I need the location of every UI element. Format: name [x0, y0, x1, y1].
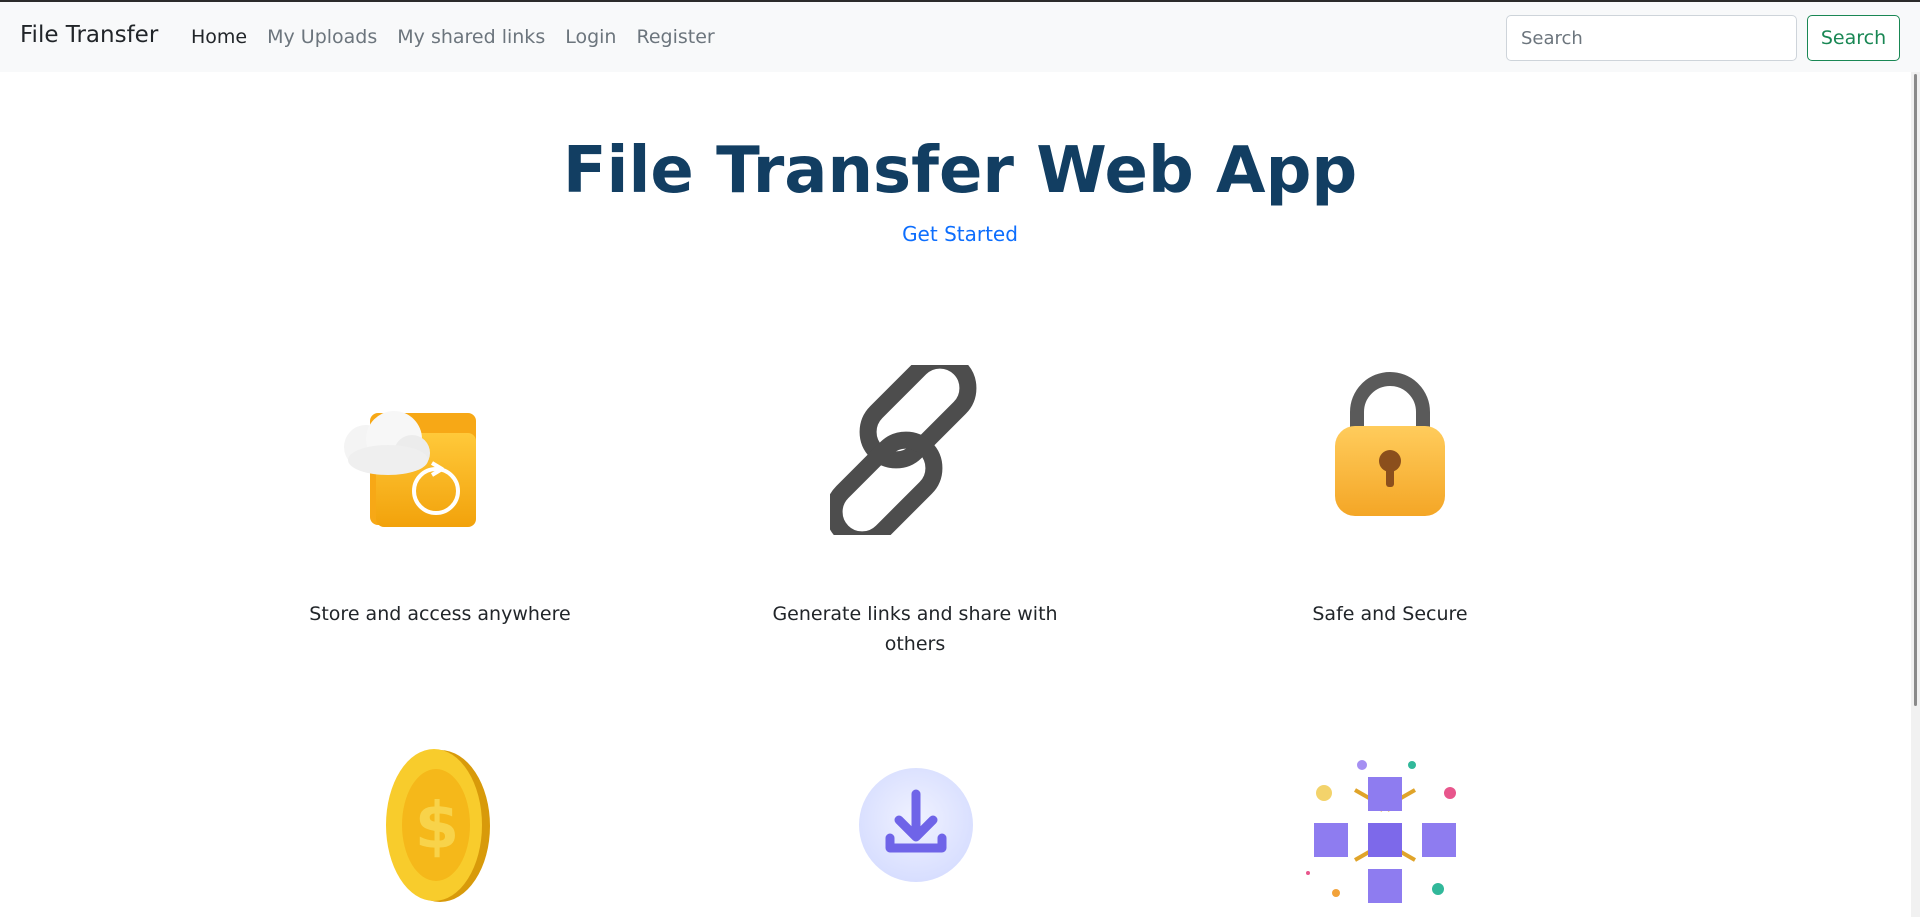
- dollar-coin-icon: $: [386, 749, 490, 902]
- search-button[interactable]: Search: [1807, 15, 1900, 61]
- cloud-folder-sync-icon: [344, 411, 476, 527]
- blockchain-cubes-icon: [1306, 760, 1456, 903]
- nav-link-my-uploads[interactable]: My Uploads: [267, 26, 377, 48]
- nav-links: Home My Uploads My shared links Login Re…: [191, 26, 715, 48]
- feature-caption: Generate links and share with others: [772, 603, 1058, 655]
- nav-link-login[interactable]: Login: [565, 26, 616, 48]
- download-icon: [859, 768, 973, 882]
- padlock-icon: [1335, 372, 1445, 516]
- scrollbar-thumb[interactable]: [1914, 74, 1917, 706]
- nav-link-register[interactable]: Register: [636, 26, 714, 48]
- get-started-link[interactable]: Get Started: [902, 222, 1018, 246]
- feature-caption: Store and access anywhere: [309, 603, 571, 625]
- chain-link-icon: [830, 365, 977, 535]
- navbar: File Transfer Home My Uploads My shared …: [0, 2, 1920, 72]
- hero-title: File Transfer Web App: [562, 134, 1358, 208]
- nav-link-home[interactable]: Home: [191, 26, 247, 48]
- search-input[interactable]: [1506, 15, 1797, 61]
- navbar-brand[interactable]: File Transfer: [20, 22, 158, 48]
- nav-link-my-shared-links[interactable]: My shared links: [397, 26, 545, 48]
- feature-caption: Safe and Secure: [1312, 603, 1468, 625]
- svg-text:$: $: [415, 790, 460, 864]
- get-started-container: Get Started: [0, 222, 1920, 246]
